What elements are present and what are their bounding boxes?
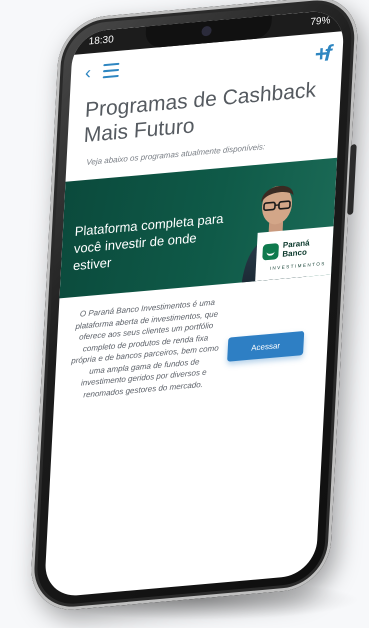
phone-screen: 18:30 79% ‹ +f Programas de Cashback Mai… (43, 8, 345, 599)
phone-side-button (347, 144, 357, 216)
phone-frame: 18:30 79% ‹ +f Programas de Cashback Mai… (29, 0, 360, 614)
phone-notch (144, 15, 272, 49)
mais-futuro-logo[interactable]: +f (314, 40, 329, 67)
program-description: O Paraná Banco Investimentos é uma plata… (71, 297, 219, 399)
back-icon[interactable]: ‹ (85, 62, 92, 83)
scene: 18:30 79% ‹ +f Programas de Cashback Mai… (0, 0, 369, 628)
bank-name: Paraná Banco (282, 238, 310, 259)
program-banner[interactable]: Plataforma completa para você investir d… (59, 157, 338, 299)
access-button[interactable]: Acessar (227, 330, 305, 362)
page-title: Programas de Cashback Mais Futuro (83, 78, 317, 148)
phone: 18:30 79% ‹ +f Programas de Cashback Mai… (29, 0, 360, 614)
status-time: 18:30 (88, 34, 114, 48)
hamburger-menu-icon[interactable] (102, 62, 120, 79)
banner-headline: Plataforma completa para você investir d… (72, 210, 224, 274)
battery-level: 79% (310, 15, 331, 29)
bank-tagline: INVESTIMENTOS (269, 260, 326, 271)
camera-icon (201, 25, 212, 37)
parana-banco-mark-icon (262, 243, 280, 261)
parana-banco-logo: Paraná Banco INVESTIMENTOS (255, 226, 334, 282)
